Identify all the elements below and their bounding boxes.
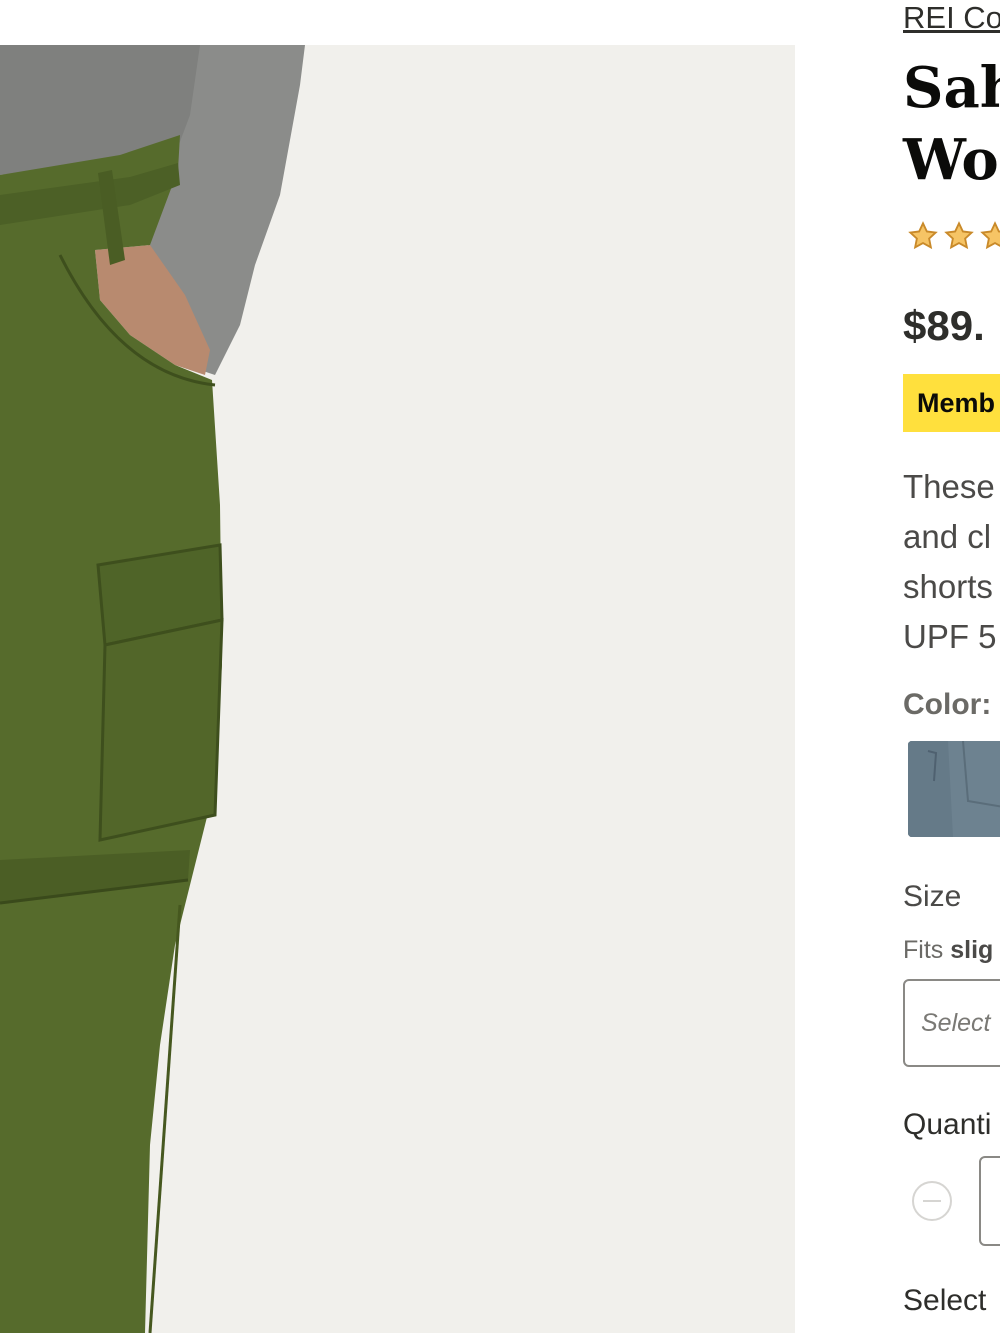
pants-photo xyxy=(0,45,795,1333)
fit-note-prefix: Fits xyxy=(903,936,951,964)
quantity-input[interactable] xyxy=(979,1156,1000,1246)
product-title-line2: Wo xyxy=(903,127,999,193)
product-info-panel: REI Co Sah Wo $89. Memb These and cl sho… xyxy=(903,0,1000,1333)
quantity-label: Quanti xyxy=(903,1108,992,1141)
description-line: UPF 5 xyxy=(903,618,997,655)
description-line: and cl xyxy=(903,518,992,555)
product-title: Sah Wo xyxy=(903,52,1000,196)
size-select[interactable]: Select xyxy=(903,979,1000,1067)
size-select-placeholder: Select xyxy=(921,1009,991,1037)
member-price-badge: Memb xyxy=(903,374,1000,432)
minus-circle-icon[interactable] xyxy=(911,1180,953,1222)
star-icon xyxy=(908,221,938,250)
star-icon xyxy=(944,221,974,250)
brand-link[interactable]: REI Co xyxy=(903,0,1000,36)
select-footer-label: Select xyxy=(903,1284,987,1317)
color-swatch[interactable] xyxy=(908,741,1000,837)
size-label: Size xyxy=(903,880,962,913)
star-icon xyxy=(980,221,1000,250)
description-line: These xyxy=(903,468,995,505)
product-description: These and cl shorts UPF 5 xyxy=(903,462,1000,662)
description-line: shorts xyxy=(903,568,993,605)
product-page: REI Co Sah Wo $89. Memb These and cl sho… xyxy=(0,0,1000,1333)
rating-stars[interactable] xyxy=(907,220,1000,252)
product-price: $89. xyxy=(903,302,985,349)
product-image[interactable] xyxy=(0,45,795,1333)
product-title-line1: Sah xyxy=(903,55,1000,121)
fit-note-bold: slig xyxy=(950,936,994,964)
swatch-thumbnail xyxy=(908,741,1000,837)
fit-note: Fits slig xyxy=(903,936,993,965)
color-label: Color: xyxy=(903,688,992,721)
